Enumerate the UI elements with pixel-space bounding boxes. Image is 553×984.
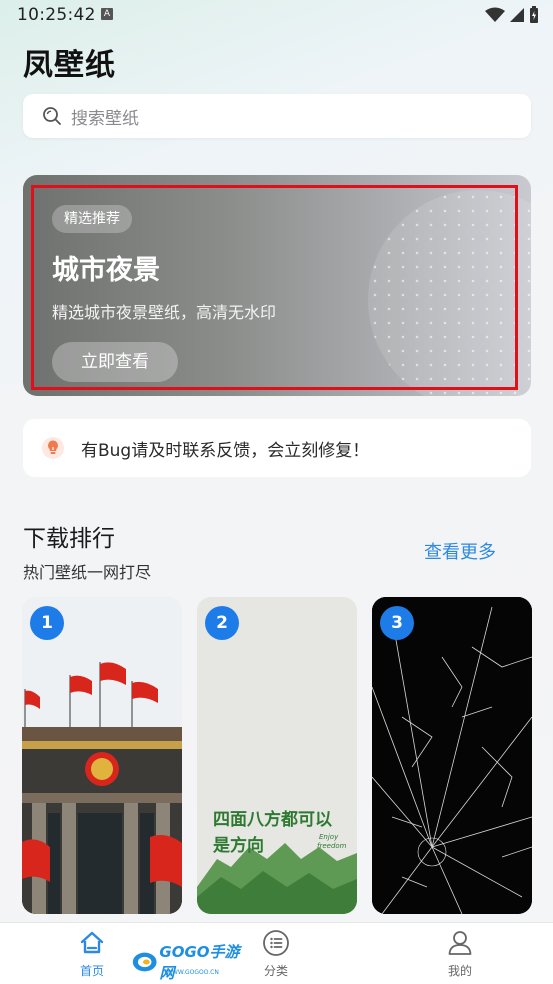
rank-badge: 2 xyxy=(205,606,239,640)
battery-icon xyxy=(530,6,538,23)
tab-home-label: 首页 xyxy=(79,964,104,978)
banner-title: 城市夜景 xyxy=(52,255,160,286)
app-title: 凤壁纸 xyxy=(23,48,116,83)
status-time: 10:25:42 xyxy=(17,5,96,25)
home-icon xyxy=(80,931,104,954)
search-bar[interactable]: 搜索壁纸 xyxy=(23,94,531,138)
card2-text-line2: 是方向 xyxy=(213,836,264,856)
card2-text-small-2: freedom xyxy=(317,842,347,850)
tab-home[interactable]: 首页 xyxy=(62,929,122,979)
watermark-url: WWW.GOGOO.CN xyxy=(166,969,219,976)
view-more-link[interactable]: 查看更多 xyxy=(424,538,496,564)
wallpaper-image-tiananmen xyxy=(22,597,182,914)
tab-mine-label: 我的 xyxy=(447,964,472,978)
wallpaper-card-3[interactable]: 3 xyxy=(372,597,532,914)
feedback-notice[interactable]: 有Bug请及时联系反馈，会立刻修复！ xyxy=(23,419,531,477)
notification-icon: A xyxy=(101,8,113,20)
wallpaper-image-cracked-glass xyxy=(372,597,532,914)
ranking-subtitle: 热门壁纸一网打尽 xyxy=(23,563,152,582)
banner-subtitle: 精选城市夜景壁纸，高清无水印 xyxy=(52,303,277,322)
notice-text: 有Bug请及时联系反馈，会立刻修复！ xyxy=(81,440,370,461)
user-icon xyxy=(448,931,472,955)
tab-category[interactable]: 分类 xyxy=(246,929,306,979)
view-now-button[interactable]: 立即查看 xyxy=(52,342,178,382)
search-placeholder: 搜索壁纸 xyxy=(71,108,139,129)
ranking-title: 下载排行 xyxy=(23,526,115,552)
tab-mine[interactable]: 我的 xyxy=(430,929,490,979)
rank-badge: 3 xyxy=(380,606,414,640)
status-bar: 10:25:42 A xyxy=(0,0,553,32)
wallpaper-card-2[interactable]: 四面八方都可以 是方向 Enjoy freedom 2 xyxy=(197,597,357,914)
rank-badge: 1 xyxy=(30,606,64,640)
watermark-text: GOGO手游网 xyxy=(159,943,240,982)
category-list-icon xyxy=(263,930,289,956)
wallpaper-card-1[interactable]: 1 xyxy=(22,597,182,914)
search-icon xyxy=(43,107,61,125)
watermark-logo: GOGO手游网 WWW.GOGOO.CN xyxy=(132,943,240,982)
banner-tag: 精选推荐 xyxy=(52,205,132,233)
tab-category-label: 分类 xyxy=(263,964,288,978)
bottom-tab-bar: 首页 GOGO手游网 WWW.GOGOO.CN 分类 我的 xyxy=(0,922,553,984)
gogo-logo-icon xyxy=(132,952,157,972)
wallpaper-image-green-calligraphy xyxy=(197,597,357,914)
status-icons xyxy=(485,6,539,24)
card2-text-small-1: Enjoy xyxy=(319,833,339,841)
signal-icon xyxy=(510,8,524,22)
wifi-icon xyxy=(485,7,505,22)
featured-banner[interactable]: 精选推荐 城市夜景 精选城市夜景壁纸，高清无水印 立即查看 xyxy=(23,175,531,396)
card2-text-main: 四面八方都可以 xyxy=(213,810,332,830)
lightbulb-icon xyxy=(42,437,64,459)
